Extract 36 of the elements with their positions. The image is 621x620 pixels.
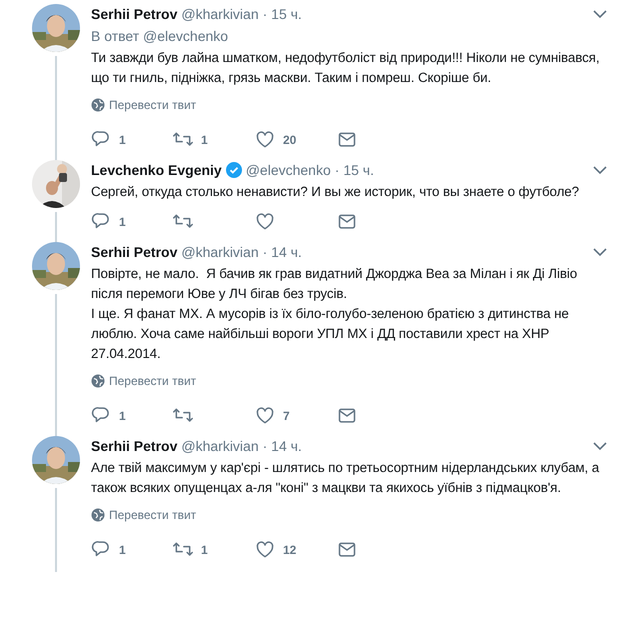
reply-button[interactable]: 1 <box>91 540 173 560</box>
tweet-text: Повірте, не мало. Я бачив як грав видатний Джорджа Веа за Мілан і як Ді Лівіо після перемоги Юве у ЛЧ бігав без трусів. І ще. Я фанат МХ. А мусорів із їх біло-голубо-зеленою братією з дитинства не люблю. Хоча саме найбільші вороги УПЛ МХ і ДД поставили хрест на ХНР 27.04.2014. <box>91 265 578 363</box>
user-handle[interactable]: @kharkivian <box>181 242 259 262</box>
retweet-button[interactable]: 1 <box>173 540 255 560</box>
timestamp[interactable]: · 14 ч. <box>262 436 302 456</box>
user-name[interactable]: Serhii Petrov <box>91 242 178 262</box>
user-handle[interactable]: @elevchenko <box>246 160 331 180</box>
user-handle[interactable]: @kharkivian <box>181 4 259 24</box>
tweet-text: Сергей, откуда столько ненависти? И вы же историк, что вы знаете о футболе? <box>91 183 580 201</box>
retweet-button[interactable]: 1 <box>173 130 255 150</box>
user-handle[interactable]: @kharkivian <box>181 436 259 456</box>
reply-button[interactable]: 1 <box>91 406 173 426</box>
globe-icon <box>91 374 105 388</box>
timestamp[interactable]: · 15 ч. <box>262 4 302 24</box>
translate-link[interactable]: Перевести твит <box>91 372 196 390</box>
reply-button[interactable]: 1 <box>91 130 173 150</box>
globe-icon <box>91 98 105 112</box>
translate-link[interactable]: Перевести твит <box>91 506 196 524</box>
user-name[interactable]: Levchenko Evgeniy <box>91 160 222 180</box>
user-name[interactable]: Serhii Petrov <box>91 4 178 24</box>
like-button[interactable]: 20 <box>255 130 337 150</box>
reply-button[interactable]: 1 <box>91 212 173 232</box>
heart-icon <box>255 540 275 560</box>
user-name[interactable]: Serhii Petrov <box>91 436 178 456</box>
timestamp[interactable]: · 14 ч. <box>262 242 302 262</box>
tweet-text: Але твій максимум у кар'єрі - шлятись по третьосортним нідерландських клубам, а також всяких опущенцах а-ля "коні" з мацкви та якихось уїбнів з підмацков'я. <box>91 459 600 497</box>
timestamp[interactable]: · 15 ч. <box>334 160 374 180</box>
reply-context: В ответ @elevchenko <box>91 27 230 46</box>
heart-icon <box>255 406 275 426</box>
translate-link[interactable]: Перевести твит <box>91 96 196 114</box>
like-button[interactable]: 12 <box>255 540 337 560</box>
like-button[interactable]: 7 <box>255 406 337 426</box>
heart-icon <box>255 130 275 150</box>
globe-icon <box>91 508 105 522</box>
tweet-text: Ти завжди був лайна шматком, недофутболіст від природи!!! Ніколи не сумнівався, що ти гниль, підніжка, грязь маскви. Таким і помреш. Скоріше би. <box>91 49 600 87</box>
heart-icon <box>255 212 275 232</box>
